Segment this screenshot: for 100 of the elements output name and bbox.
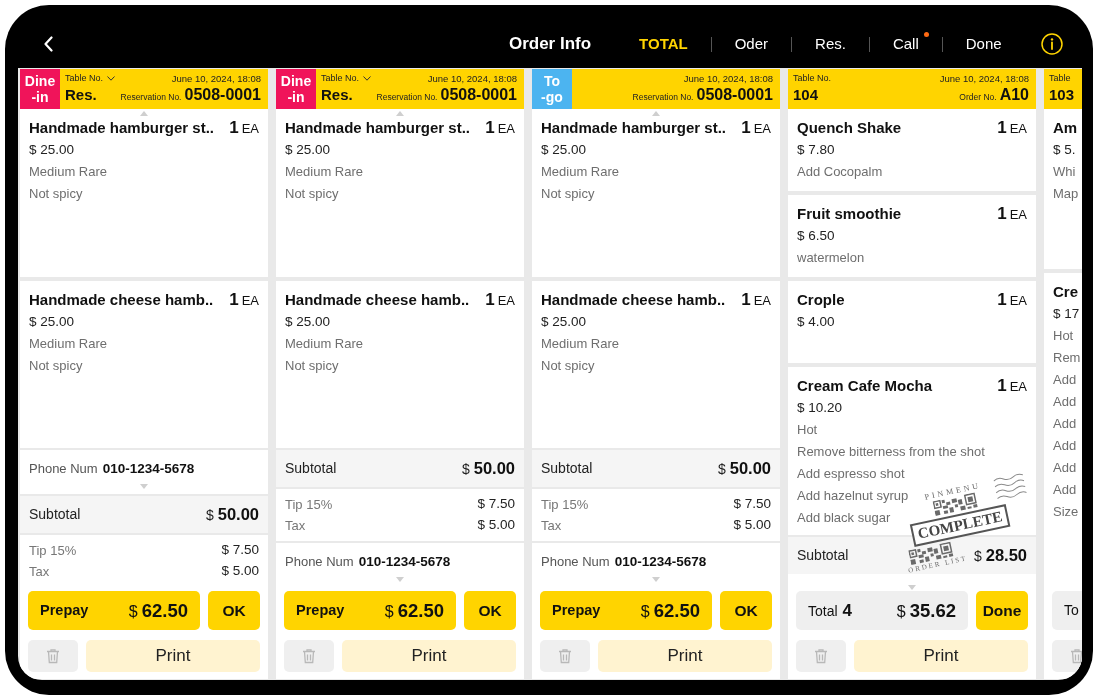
number-label: Order No. bbox=[959, 91, 997, 104]
quantity-unit: EA bbox=[497, 120, 515, 138]
item-option: Add espresso shot bbox=[797, 463, 905, 485]
charge-label: Tip 15% bbox=[541, 495, 589, 514]
item-option: Add hazelnut syrup bbox=[797, 485, 909, 507]
currency-symbol: $ bbox=[973, 547, 982, 567]
subtotal-amount: 50.00 bbox=[473, 458, 515, 480]
tab[interactable]: Call bbox=[892, 33, 919, 55]
action-button[interactable]: Done bbox=[976, 591, 1028, 630]
charge-label: Tip 15% bbox=[29, 541, 77, 560]
prepay-button[interactable]: Prepay $ 62.50 bbox=[284, 591, 456, 630]
item-option: Not spicy bbox=[29, 183, 83, 205]
charge-label: Tax bbox=[541, 516, 562, 535]
charge-amount: $ 5.00 bbox=[733, 516, 771, 535]
item-quantity: 1 bbox=[997, 117, 1007, 139]
action-button[interactable]: OK bbox=[464, 591, 516, 630]
phone-number: 010-1234-5678 bbox=[358, 553, 451, 571]
item-option: Add bbox=[1053, 457, 1077, 479]
item-option: Add bbox=[1053, 479, 1077, 501]
print-button[interactable]: Print bbox=[86, 640, 260, 672]
item-name: Quench Shake bbox=[797, 118, 903, 138]
item-option: Hot bbox=[1053, 325, 1074, 347]
subtotal-label: Subtotal bbox=[797, 546, 849, 565]
subtotal-label: Subtotal bbox=[29, 505, 81, 524]
table-value: 104 bbox=[793, 85, 819, 105]
item-option: Add bbox=[1053, 391, 1077, 413]
table-label: Table No. bbox=[321, 72, 360, 85]
item-price: $ 25.00 bbox=[541, 312, 587, 331]
currency-symbol: $ bbox=[205, 506, 214, 526]
item-option: Not spicy bbox=[541, 183, 595, 205]
item-name: Handmade cheese hamb.. bbox=[285, 289, 471, 310]
trash-icon bbox=[1070, 648, 1082, 664]
item-option: Not spicy bbox=[285, 183, 339, 205]
tab[interactable]: Res. bbox=[815, 33, 846, 55]
total-button[interactable]: To bbox=[1052, 591, 1082, 630]
trash-icon bbox=[558, 648, 572, 664]
prepay-button[interactable]: Prepay $ 62.50 bbox=[540, 591, 712, 630]
item-option: Add bbox=[1053, 435, 1077, 457]
item-option: Add bbox=[1053, 369, 1077, 391]
table-label: Table No. bbox=[793, 72, 832, 85]
item-option: Add Cocopalm bbox=[797, 161, 883, 183]
charge-amount: $ 5.00 bbox=[221, 562, 259, 581]
prepay-button[interactable]: Prepay $ 62.50 bbox=[28, 591, 200, 630]
action-button[interactable]: OK bbox=[208, 591, 260, 630]
item-name: Handmade hamburger st.. bbox=[541, 118, 728, 138]
order-type-badge: Dine -in bbox=[20, 69, 60, 109]
trash-icon bbox=[814, 648, 828, 664]
print-button[interactable]: Print bbox=[598, 640, 772, 672]
charge-amount: $ 7.50 bbox=[477, 495, 515, 514]
item-quantity: 1 bbox=[741, 288, 751, 311]
item-name: Handmade hamburger st.. bbox=[285, 118, 472, 138]
item-option: Whi bbox=[1053, 161, 1076, 183]
total-button[interactable]: Total 4 $ 35.62 bbox=[796, 591, 968, 630]
table-value: 103 bbox=[1049, 85, 1075, 105]
quantity-unit: EA bbox=[497, 291, 515, 310]
postmark-lines-icon bbox=[992, 471, 1028, 502]
print-button[interactable]: Print bbox=[342, 640, 516, 672]
item-name: Am bbox=[1053, 118, 1079, 138]
item-price: $ 7.80 bbox=[797, 141, 835, 159]
charge-label: Tax bbox=[285, 516, 306, 535]
quantity-unit: EA bbox=[753, 120, 771, 138]
subtotal-label: Subtotal bbox=[285, 459, 337, 478]
order-date: June 10, 2024, 18:08 bbox=[171, 72, 261, 85]
order-number: A10 bbox=[999, 85, 1029, 105]
charge-label: Tip 15% bbox=[285, 495, 333, 514]
item-price: $ 25.00 bbox=[285, 141, 331, 159]
item-name: Cream Cafe Mocha bbox=[797, 376, 934, 396]
chevron-down-icon[interactable] bbox=[363, 76, 372, 81]
order-number: 0508-0001 bbox=[184, 85, 261, 105]
item-option: watermelon bbox=[797, 247, 865, 269]
item-quantity: 1 bbox=[997, 375, 1007, 397]
order-date: June 10, 2024, 18:08 bbox=[939, 72, 1029, 85]
chevron-down-icon[interactable] bbox=[107, 76, 116, 81]
charge-amount: $ 7.50 bbox=[221, 541, 259, 560]
item-option: Not spicy bbox=[29, 354, 83, 377]
quantity-unit: EA bbox=[1009, 378, 1027, 396]
subtotal-label: Subtotal bbox=[541, 459, 593, 478]
tab[interactable]: Done bbox=[965, 33, 1002, 55]
item-option: Map bbox=[1053, 183, 1079, 205]
item-option: Medium Rare bbox=[285, 161, 364, 183]
order-number: 0508-0001 bbox=[440, 85, 517, 105]
print-button[interactable]: Print bbox=[854, 640, 1028, 672]
item-price: $ 6.50 bbox=[797, 227, 835, 245]
chevron-left-icon bbox=[43, 36, 53, 52]
quantity-unit: EA bbox=[1009, 120, 1027, 138]
trash-icon bbox=[302, 648, 316, 664]
item-price: $ 17 bbox=[1053, 305, 1080, 323]
item-name: Handmade hamburger st.. bbox=[29, 118, 216, 138]
item-quantity: 1 bbox=[229, 117, 239, 139]
currency-symbol: $ bbox=[461, 460, 470, 480]
item-quantity: 1 bbox=[485, 117, 495, 139]
item-option: Medium Rare bbox=[29, 161, 108, 183]
tab[interactable]: Oder bbox=[734, 33, 769, 55]
action-button[interactable]: OK bbox=[720, 591, 772, 630]
item-quantity: 1 bbox=[741, 117, 751, 139]
order-date: June 10, 2024, 18:08 bbox=[427, 72, 517, 85]
caret-down-icon bbox=[140, 484, 148, 489]
info-button[interactable] bbox=[1040, 33, 1063, 55]
tab[interactable]: TOTAL bbox=[639, 33, 688, 55]
item-price: $ 25.00 bbox=[541, 141, 587, 159]
